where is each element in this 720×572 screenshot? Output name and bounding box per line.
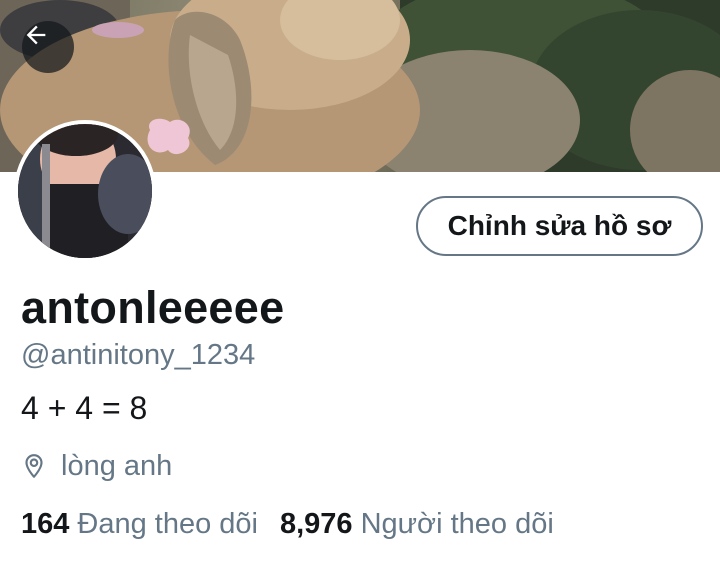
following-label: Đang theo dõi xyxy=(77,508,258,540)
profile-avatar[interactable] xyxy=(14,120,156,262)
back-button[interactable] xyxy=(22,21,74,73)
following-count: 164 xyxy=(21,508,70,540)
edit-profile-label: Chỉnh sửa hồ sơ xyxy=(447,210,672,241)
followers-count: 8,976 xyxy=(279,508,353,540)
profile-location: lòng anh xyxy=(21,450,172,483)
display-name: antonleeeee xyxy=(21,282,285,333)
followers-label: Người theo dõi xyxy=(360,508,554,540)
arrow-left-icon xyxy=(26,25,46,45)
username-handle: @antinitony_1234 xyxy=(21,339,256,371)
profile-bio: 4 + 4 = 8 xyxy=(21,390,148,426)
edit-profile-button[interactable]: Chỉnh sửa hồ sơ xyxy=(416,196,703,256)
avatar-image xyxy=(18,124,152,258)
followers-link[interactable]: 8,976 Người theo dõi xyxy=(280,508,554,541)
location-text: lòng anh xyxy=(61,450,173,482)
follow-stats: 164 Đang theo dõi 8,976 Người theo dõi xyxy=(21,508,554,541)
following-link[interactable]: 164 Đang theo dõi xyxy=(21,508,258,541)
location-pin-icon xyxy=(21,452,49,482)
